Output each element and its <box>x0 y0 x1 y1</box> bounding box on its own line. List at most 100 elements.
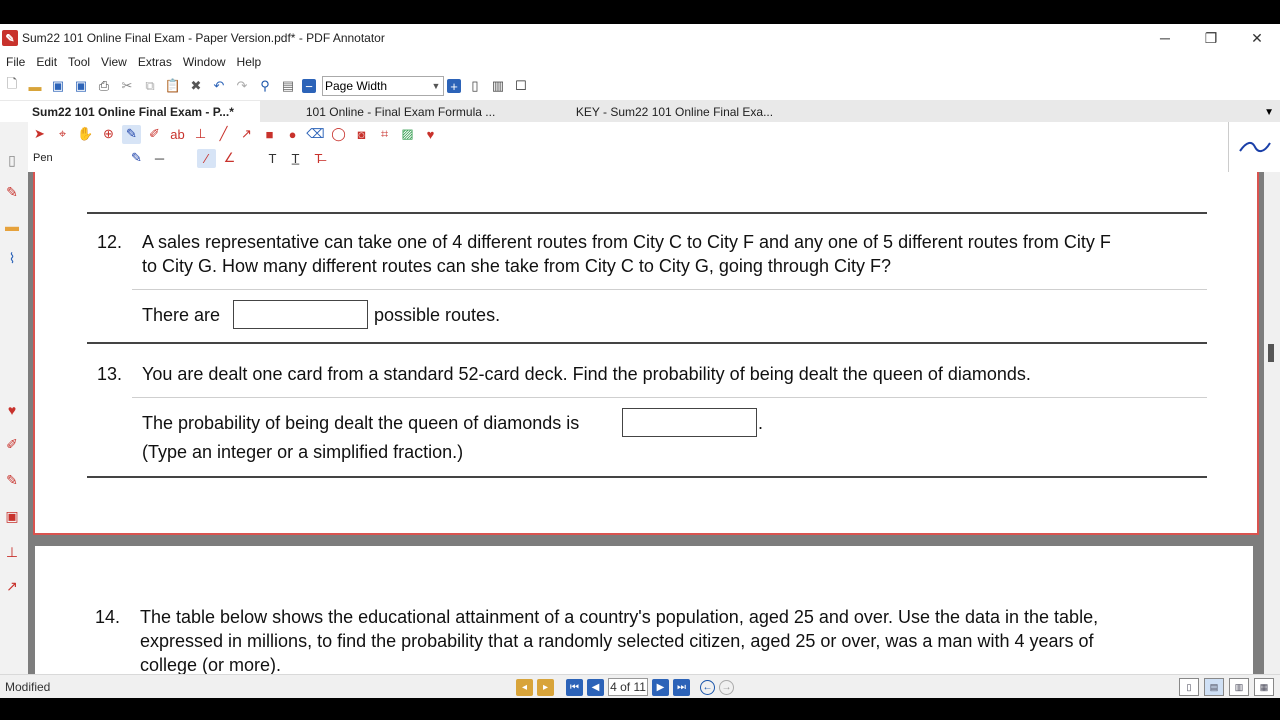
undo-icon[interactable]: ↶ <box>210 77 228 95</box>
annotation-toolbar: ➤ ⌖ ✋ ⊕ ✎ ✐ ab ⊥ ╱ ↗ ■ ● ⌫ ◯ ◙ ⌗ ▨ ♥ Pen… <box>28 122 1228 172</box>
hand-icon[interactable]: ✋ <box>76 125 95 144</box>
single-page-mode-icon[interactable]: ▯ <box>1179 678 1199 696</box>
single-page-view-icon[interactable]: ▯ <box>466 77 484 95</box>
stamp-icon[interactable]: ⊥ <box>2 542 22 562</box>
menu-tool[interactable]: Tool <box>62 55 95 69</box>
camera-icon[interactable]: ◙ <box>352 125 371 144</box>
text-box-icon[interactable]: ▣ <box>2 506 22 526</box>
cut-icon[interactable]: ✂ <box>118 77 136 95</box>
line-style-icon[interactable]: ─ <box>150 149 169 168</box>
back-history-icon[interactable]: ← <box>700 679 715 695</box>
page-layout-icon[interactable]: ▤ <box>279 77 297 95</box>
next-document-icon[interactable]: ▸ <box>537 678 554 696</box>
eraser-icon[interactable]: ⌫ <box>306 125 325 144</box>
menu-edit[interactable]: Edit <box>30 55 62 69</box>
zoom-select[interactable]: Page Width ▼ <box>322 76 444 96</box>
tab-key[interactable]: KEY - Sum22 101 Online Final Exa... <box>522 101 789 122</box>
pen-stroke-preview[interactable] <box>1228 122 1280 172</box>
answer-input-q12[interactable] <box>233 300 368 329</box>
text-tool-icon[interactable]: ab <box>168 125 187 144</box>
left-sidebar: ▯ ✎ ▬ ⌇ ♥ ✐ ✎ ▣ ⊥ ↗ <box>0 122 29 674</box>
question-number: 12. <box>97 232 123 252</box>
page-navigation: ◂ ▸ ⏮ ◀ 4 of 11 ▶ ⏭ ← → <box>514 678 736 696</box>
two-page-mode-icon[interactable]: ▥ <box>1229 678 1249 696</box>
previous-page-icon[interactable]: ◀ <box>587 678 604 696</box>
straight-stroke-icon[interactable]: ∠ <box>220 149 239 168</box>
last-page-icon[interactable]: ⏭ <box>673 678 690 696</box>
text-format-icon[interactable]: T <box>263 149 282 168</box>
arrow-icon[interactable]: ↗ <box>2 576 22 596</box>
image-insert-icon[interactable]: ▨ <box>398 125 417 144</box>
stamp-tool-icon[interactable]: ⊥ <box>191 125 210 144</box>
lasso-icon[interactable]: ◯ <box>329 125 348 144</box>
marker-icon[interactable]: ✐ <box>2 434 22 454</box>
save-icon[interactable]: ▣ <box>49 77 67 95</box>
forward-history-icon[interactable]: → <box>719 679 734 695</box>
two-page-continuous-mode-icon[interactable]: ▦ <box>1254 678 1274 696</box>
menu-help[interactable]: Help <box>231 55 267 69</box>
tool-name-label: Pen <box>33 152 53 164</box>
answer-suffix: . <box>758 413 764 433</box>
tab-formula-sheet[interactable]: 101 Online - Final Exam Formula ... <box>260 101 522 122</box>
print-icon[interactable]: ⎙ <box>95 77 113 95</box>
tab-list-dropdown-icon[interactable]: ▼ <box>1264 107 1274 118</box>
zoom-out-icon[interactable]: − <box>302 79 316 94</box>
menu-extras[interactable]: Extras <box>132 55 177 69</box>
first-page-icon[interactable]: ⏮ <box>566 678 583 696</box>
continuous-mode-icon[interactable]: ▤ <box>1204 678 1224 696</box>
folder-icon[interactable]: ▬ <box>2 216 22 236</box>
select-arrow-icon[interactable]: ➤ <box>30 125 49 144</box>
answer-prefix: The probability of being dealt the queen… <box>142 413 580 433</box>
pen-color-icon[interactable]: ✎ <box>127 149 146 168</box>
main-toolbar: 🗋 ▬ ▣ ▣ ⎙ ✂ ⧉ 📋 ✖ ↶ ↷ ⚲ ▤ − Page Width ▼… <box>0 74 1280 98</box>
divider-line <box>87 342 1207 344</box>
menu-window[interactable]: Window <box>177 55 231 69</box>
zoom-tool-icon[interactable]: ⊕ <box>99 125 118 144</box>
continuous-view-icon[interactable]: ▥ <box>489 77 507 95</box>
page-icon[interactable]: ▯ <box>2 150 22 170</box>
save-all-icon[interactable]: ▣ <box>72 77 90 95</box>
restore-icon[interactable]: ❐ <box>1188 24 1234 52</box>
pen-tool-icon[interactable]: ✎ <box>122 124 141 144</box>
delete-icon[interactable]: ✖ <box>187 77 205 95</box>
window-controls: ─ ❐ ✕ <box>1142 24 1280 52</box>
previous-document-icon[interactable]: ◂ <box>516 678 533 696</box>
favorites-heart-icon[interactable]: ♥ <box>421 125 440 144</box>
smooth-stroke-icon[interactable]: ∕ <box>197 148 216 168</box>
ellipse-tool-icon[interactable]: ● <box>283 125 302 144</box>
answer-input-q13[interactable] <box>622 408 757 437</box>
scrollbar-thumb[interactable] <box>1268 344 1274 362</box>
status-bar: Modified ◂ ▸ ⏮ ◀ 4 of 11 ▶ ⏭ ← → ▯ ▤ ▥ ▦ <box>0 674 1280 698</box>
vertical-scrollbar[interactable] <box>1264 172 1280 674</box>
highlighter-icon[interactable]: ✎ <box>2 470 22 490</box>
zoom-in-icon[interactable]: + <box>447 79 461 94</box>
minimize-icon[interactable]: ─ <box>1142 24 1188 52</box>
paste-icon[interactable]: 📋 <box>164 77 182 95</box>
next-page-icon[interactable]: ▶ <box>652 678 669 696</box>
menu-view[interactable]: View <box>95 55 132 69</box>
crop-icon[interactable]: ⌗ <box>375 125 394 144</box>
arrow-tool-icon[interactable]: ↗ <box>237 125 256 144</box>
strikeout-text-icon[interactable]: T̶ <box>309 149 328 168</box>
tab-final-exam[interactable]: Sum22 101 Online Final Exam - P...* <box>0 101 260 122</box>
favorite-heart-icon[interactable]: ♥ <box>2 400 22 420</box>
new-document-icon[interactable]: 🗋 <box>3 76 21 95</box>
close-icon[interactable]: ✕ <box>1234 24 1280 52</box>
pen-icon[interactable]: ✎ <box>2 182 22 202</box>
open-folder-icon[interactable]: ▬ <box>26 77 44 95</box>
copy-icon[interactable]: ⧉ <box>141 77 159 95</box>
fullscreen-icon[interactable]: ☐ <box>512 77 530 95</box>
attachment-icon[interactable]: ⌇ <box>2 248 22 268</box>
line-tool-icon[interactable]: ╱ <box>214 125 233 144</box>
menu-file[interactable]: File <box>0 55 30 69</box>
rectangle-tool-icon[interactable]: ■ <box>260 125 279 144</box>
page-number-field[interactable]: 4 of 11 <box>608 678 648 696</box>
redo-icon[interactable]: ↷ <box>233 77 251 95</box>
underline-text-icon[interactable]: T̲ <box>286 149 305 168</box>
question-13-text: You are dealt one card from a standard 5… <box>142 364 1031 384</box>
document-view[interactable]: 12. A sales representative can take one … <box>28 172 1264 674</box>
find-binoculars-icon[interactable]: ⚲ <box>256 77 274 95</box>
marker-tool-icon[interactable]: ✐ <box>145 125 164 144</box>
pdf-annotator-app-icon: ✎ <box>2 30 18 46</box>
select-text-icon[interactable]: ⌖ <box>53 125 72 144</box>
